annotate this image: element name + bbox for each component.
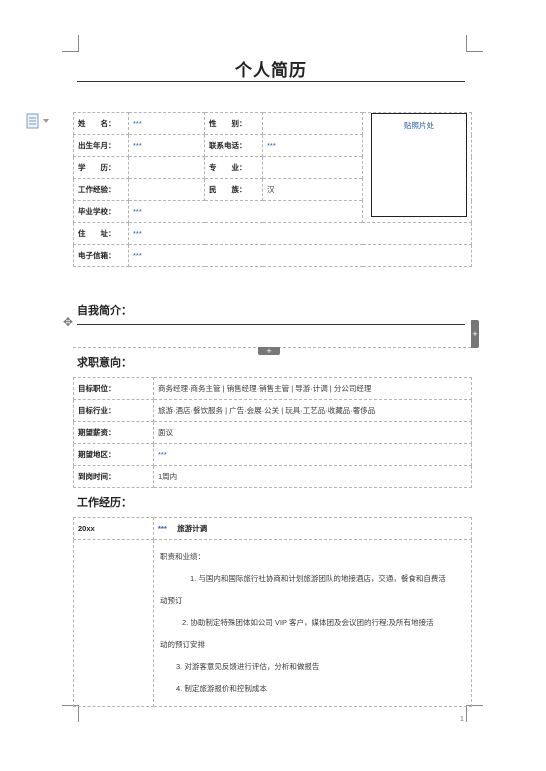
school-value[interactable]: *** (128, 200, 363, 223)
expected-salary-label: 期望薪资： (73, 421, 154, 444)
job-intent-table: 目标职位： 商务经理·商务主管 | 销售经理·销售主管 | 导游·计调 | 分公… (73, 377, 472, 488)
expected-salary-value[interactable]: 面议 (153, 421, 472, 444)
work-description[interactable]: 职责和业绩： 1. 与国内和国际旅行社协商和计划旅游团队的地接酒店，交通，餐食和… (153, 539, 472, 707)
personal-info-table: 姓 名： *** 性 别： 贴照片处 出生年月： *** 联系电话： *** 学… (73, 112, 472, 267)
experience-value[interactable] (128, 178, 205, 201)
duty-line: 动的预订安排 (160, 640, 205, 649)
major-label: 专 业： (204, 156, 263, 179)
photo-placeholder[interactable]: 贴照片处 (371, 113, 467, 217)
duty-heading: 职责和业绩： (160, 552, 205, 561)
gender-value[interactable] (262, 112, 363, 135)
expected-region-value[interactable]: *** (153, 443, 472, 466)
work-company: *** (158, 524, 167, 533)
target-position-value[interactable]: 商务经理·商务主管 | 销售经理·销售主管 | 导游·计调 | 分公司经理 (153, 377, 472, 400)
self-intro-heading: 自我简介： (77, 305, 132, 317)
target-industry-label: 目标行业： (73, 399, 154, 422)
email-label: 电子信箱： (73, 244, 129, 267)
work-experience-table: 20xx *** 旅游计调 职责和业绩： 1. 与国内和国际旅行社协商和计划旅游… (73, 517, 472, 707)
duty-line: 4. 制定旅游报价和控制成本 (176, 684, 267, 693)
phone-label: 联系电话： (204, 134, 263, 157)
paste-options-icon[interactable] (26, 113, 52, 129)
school-label: 毕业学校： (73, 200, 129, 223)
crop-mark-top-left (62, 35, 79, 52)
page-title: 个人简历 (235, 61, 307, 80)
table-row: 职责和业绩： 1. 与国内和国际旅行社协商和计划旅游团队的地接酒店，交通，餐食和… (73, 539, 472, 707)
name-label: 姓 名： (73, 112, 129, 135)
page-number: 1 (460, 716, 464, 723)
work-position: 旅游计调 (177, 524, 208, 533)
add-column-button[interactable]: + (471, 320, 479, 348)
ethnicity-label: 民 族： (204, 178, 263, 201)
ethnicity-value[interactable]: 汉 (262, 178, 363, 201)
table-row: 姓 名： *** 性 别： 贴照片处 (73, 112, 472, 223)
table-row: 目标行业： 旅游·酒店·餐饮服务 | 广告·会展·公关 | 玩具·工艺品·收藏品… (73, 399, 472, 422)
birth-value[interactable]: *** (128, 134, 205, 157)
target-industry-value[interactable]: 旅游·酒店·餐饮服务 | 广告·会展·公关 | 玩具·工艺品·收藏品·奢侈品 (153, 399, 472, 422)
address-value[interactable]: *** (128, 222, 472, 245)
expected-region-label: 期望地区： (73, 443, 154, 466)
table-row: 期望地区： *** (73, 443, 472, 466)
photo-cell: 贴照片处 (362, 112, 472, 223)
crop-mark-bottom-right (466, 705, 483, 722)
work-experience-heading: 工作经历： (77, 497, 132, 509)
title-divider (77, 81, 465, 82)
experience-label: 工作经验： (73, 178, 129, 201)
work-left-cell[interactable] (73, 539, 154, 707)
table-row: 电子信箱： *** (73, 244, 472, 267)
address-label: 住 址： (73, 222, 129, 245)
education-label: 学 历： (73, 156, 129, 179)
email-value[interactable]: *** (128, 244, 472, 267)
phone-value[interactable]: *** (262, 134, 363, 157)
crop-mark-bottom-left (62, 705, 79, 722)
education-value[interactable] (128, 156, 205, 179)
duty-line: 2. 协助制定特殊团体如公司 VIP 客户，媒体团及会议团的行程;及所有地接活 (182, 618, 434, 627)
table-row: 到岗时间： 1周内 (73, 465, 472, 488)
table-move-handle-icon[interactable]: ✥ (63, 315, 73, 329)
add-row-button[interactable]: + (258, 347, 280, 356)
self-intro-divider (77, 324, 465, 325)
major-value[interactable] (262, 156, 363, 179)
work-period[interactable]: 20xx (73, 517, 154, 540)
table-row: 住 址： *** (73, 222, 472, 245)
start-time-value[interactable]: 1周内 (153, 465, 472, 488)
target-position-label: 目标职位： (73, 377, 154, 400)
crop-mark-top-right (466, 35, 483, 52)
job-intent-heading: 求职意向： (77, 357, 132, 369)
photo-label: 贴照片处 (404, 121, 434, 130)
table-row: 20xx *** 旅游计调 (73, 517, 472, 540)
gender-label: 性 别： (204, 112, 263, 135)
duty-line: 3. 对游客意见反馈进行评估，分析和做报告 (176, 662, 320, 671)
name-value[interactable]: *** (128, 112, 205, 135)
work-company-position[interactable]: *** 旅游计调 (153, 517, 472, 540)
duty-line: 动预订 (160, 596, 183, 605)
table-row: 目标职位： 商务经理·商务主管 | 销售经理·销售主管 | 导游·计调 | 分公… (73, 377, 472, 400)
duty-line: 1. 与国内和国际旅行社协商和计划旅游团队的地接酒店，交通，餐食和自费活 (190, 574, 446, 583)
table-row: 期望薪资： 面议 (73, 421, 472, 444)
birth-label: 出生年月： (73, 134, 129, 157)
start-time-label: 到岗时间： (73, 465, 154, 488)
